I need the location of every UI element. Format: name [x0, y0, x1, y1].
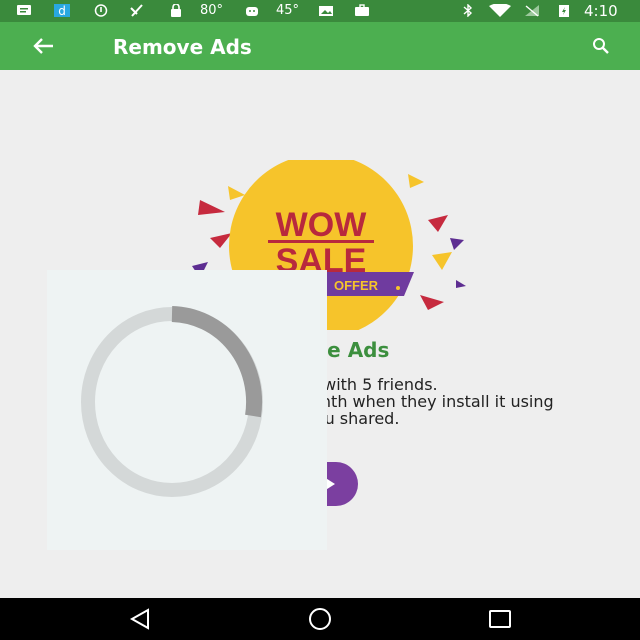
bluetooth-icon	[463, 4, 473, 17]
info-icon	[94, 4, 108, 17]
navigation-bar	[0, 598, 640, 640]
battery-icon	[559, 5, 569, 17]
temperature-2: 45°	[276, 3, 300, 18]
page-title: Remove Ads	[113, 35, 252, 59]
app-bar: Remove Ads	[0, 22, 640, 70]
sale-word-1: WOW	[276, 206, 368, 244]
nav-recents-icon[interactable]	[487, 608, 513, 630]
android-icon	[246, 7, 258, 16]
app-d-icon: d	[54, 4, 70, 17]
signal-off-icon	[525, 5, 539, 17]
status-bar: d 80° 45° 4:10	[0, 0, 640, 22]
clock: 4:10	[584, 2, 618, 20]
loading-overlay	[47, 270, 327, 550]
nav-home-icon[interactable]	[306, 607, 334, 631]
svg-text:d: d	[58, 4, 66, 17]
search-icon[interactable]	[592, 37, 610, 55]
loading-spinner-icon	[81, 306, 263, 497]
message-icon	[17, 5, 31, 15]
nav-back-icon[interactable]	[128, 608, 152, 630]
photo-icon	[319, 6, 333, 16]
temperature-1: 80°	[200, 3, 224, 18]
lock-icon	[171, 4, 181, 17]
wifi-icon	[489, 4, 511, 17]
no-sim-icon	[130, 4, 143, 17]
briefcase-icon	[355, 4, 369, 16]
offer-tag: OFFER	[334, 278, 379, 293]
arrow-back-icon[interactable]	[31, 36, 55, 56]
